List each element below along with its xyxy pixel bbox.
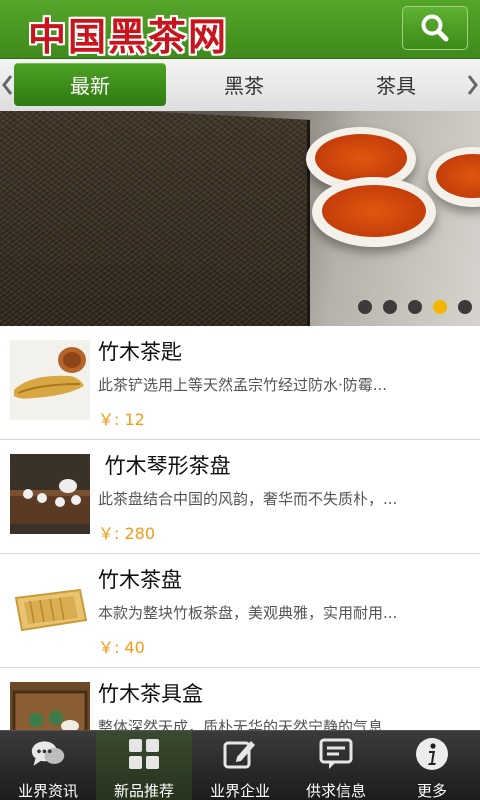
carousel-indicators: [358, 300, 472, 314]
chevron-left-icon: [2, 75, 13, 95]
product-description: 此茶盘结合中国的风韵，奢华而不失质朴，...: [98, 490, 398, 508]
chevron-right-icon: [467, 75, 478, 95]
carousel-dot[interactable]: [433, 300, 447, 314]
product-title: 竹木茶具盒: [98, 682, 203, 706]
product-price: ￥: 280: [98, 524, 156, 543]
tabs-right-arrow[interactable]: [466, 73, 480, 97]
list-item[interactable]: 竹木茶匙 此茶铲选用上等天然孟宗竹经过防水·防霉... ￥: 12: [0, 326, 480, 440]
grid-icon: [129, 739, 159, 769]
category-tabs: 最新 黑茶 茶具: [0, 59, 480, 111]
tab-latest[interactable]: 最新: [14, 63, 166, 106]
banner-carousel[interactable]: [0, 111, 480, 326]
product-list: 竹木茶匙 此茶铲选用上等天然孟宗竹经过防水·防霉... ￥: 12 竹木琴形茶盘…: [0, 326, 480, 730]
search-button[interactable]: [402, 6, 468, 50]
nav-label: 新品推荐: [113, 782, 174, 800]
product-title: 竹木琴形茶盘: [98, 454, 231, 478]
product-title: 竹木茶盘: [98, 568, 182, 592]
nav-label: 更多: [416, 782, 447, 800]
list-item[interactable]: 竹木茶具盒 整体深然天成，质朴无华的天然宁静的气息...: [0, 668, 480, 730]
message-icon: [319, 738, 353, 769]
tea-cup-image: [312, 177, 436, 247]
product-thumbnail: [10, 568, 90, 648]
nav-supply-demand[interactable]: 供求信息: [288, 731, 384, 800]
tab-dark-tea[interactable]: 黑茶: [168, 63, 320, 106]
tab-tea-ware[interactable]: 茶具: [320, 63, 472, 106]
nav-label: 业界资讯: [17, 782, 78, 800]
nav-new-products[interactable]: 新品推荐: [96, 731, 192, 800]
product-thumbnail: [10, 340, 90, 420]
product-description: 此茶铲选用上等天然孟宗竹经过防水·防霉...: [98, 376, 388, 394]
product-thumbnail: [10, 682, 90, 730]
product-thumbnail: [10, 454, 90, 534]
nav-label: 供求信息: [305, 782, 366, 800]
bottom-nav: 业界资讯 新品推荐 业界企业 供求信息 更多: [0, 730, 480, 800]
carousel-dot[interactable]: [408, 300, 422, 314]
carousel-dot[interactable]: [458, 300, 472, 314]
tea-cup-image: [428, 147, 480, 207]
chat-bubbles-icon: [31, 741, 65, 766]
nav-more[interactable]: 更多: [384, 731, 480, 800]
nav-label: 业界企业: [209, 782, 270, 800]
top-bar: 中国黑茶网: [0, 0, 480, 59]
carousel-dot[interactable]: [383, 300, 397, 314]
edit-icon: [223, 741, 255, 769]
tea-brick-image: [0, 111, 310, 326]
product-title: 竹木茶匙: [98, 340, 182, 364]
list-item[interactable]: 竹木茶盘 本款为整块竹板茶盘，美观典雅，实用耐用... ￥: 40: [0, 554, 480, 668]
product-price: ￥: 40: [98, 638, 145, 657]
info-icon: [416, 738, 448, 770]
tabs-left-arrow[interactable]: [0, 73, 14, 97]
list-item[interactable]: 竹木琴形茶盘 此茶盘结合中国的风韵，奢华而不失质朴，... ￥: 280: [0, 440, 480, 554]
carousel-dot[interactable]: [358, 300, 372, 314]
nav-industry-news[interactable]: 业界资讯: [0, 731, 96, 800]
product-price: ￥: 12: [98, 410, 145, 429]
nav-enterprises[interactable]: 业界企业: [192, 731, 288, 800]
product-description: 本款为整块竹板茶盘，美观典雅，实用耐用...: [98, 604, 398, 622]
product-description: 整体深然天成，质朴无华的天然宁静的气息...: [98, 718, 398, 730]
site-logo: 中国黑茶网: [28, 14, 229, 59]
search-icon: [421, 14, 449, 42]
